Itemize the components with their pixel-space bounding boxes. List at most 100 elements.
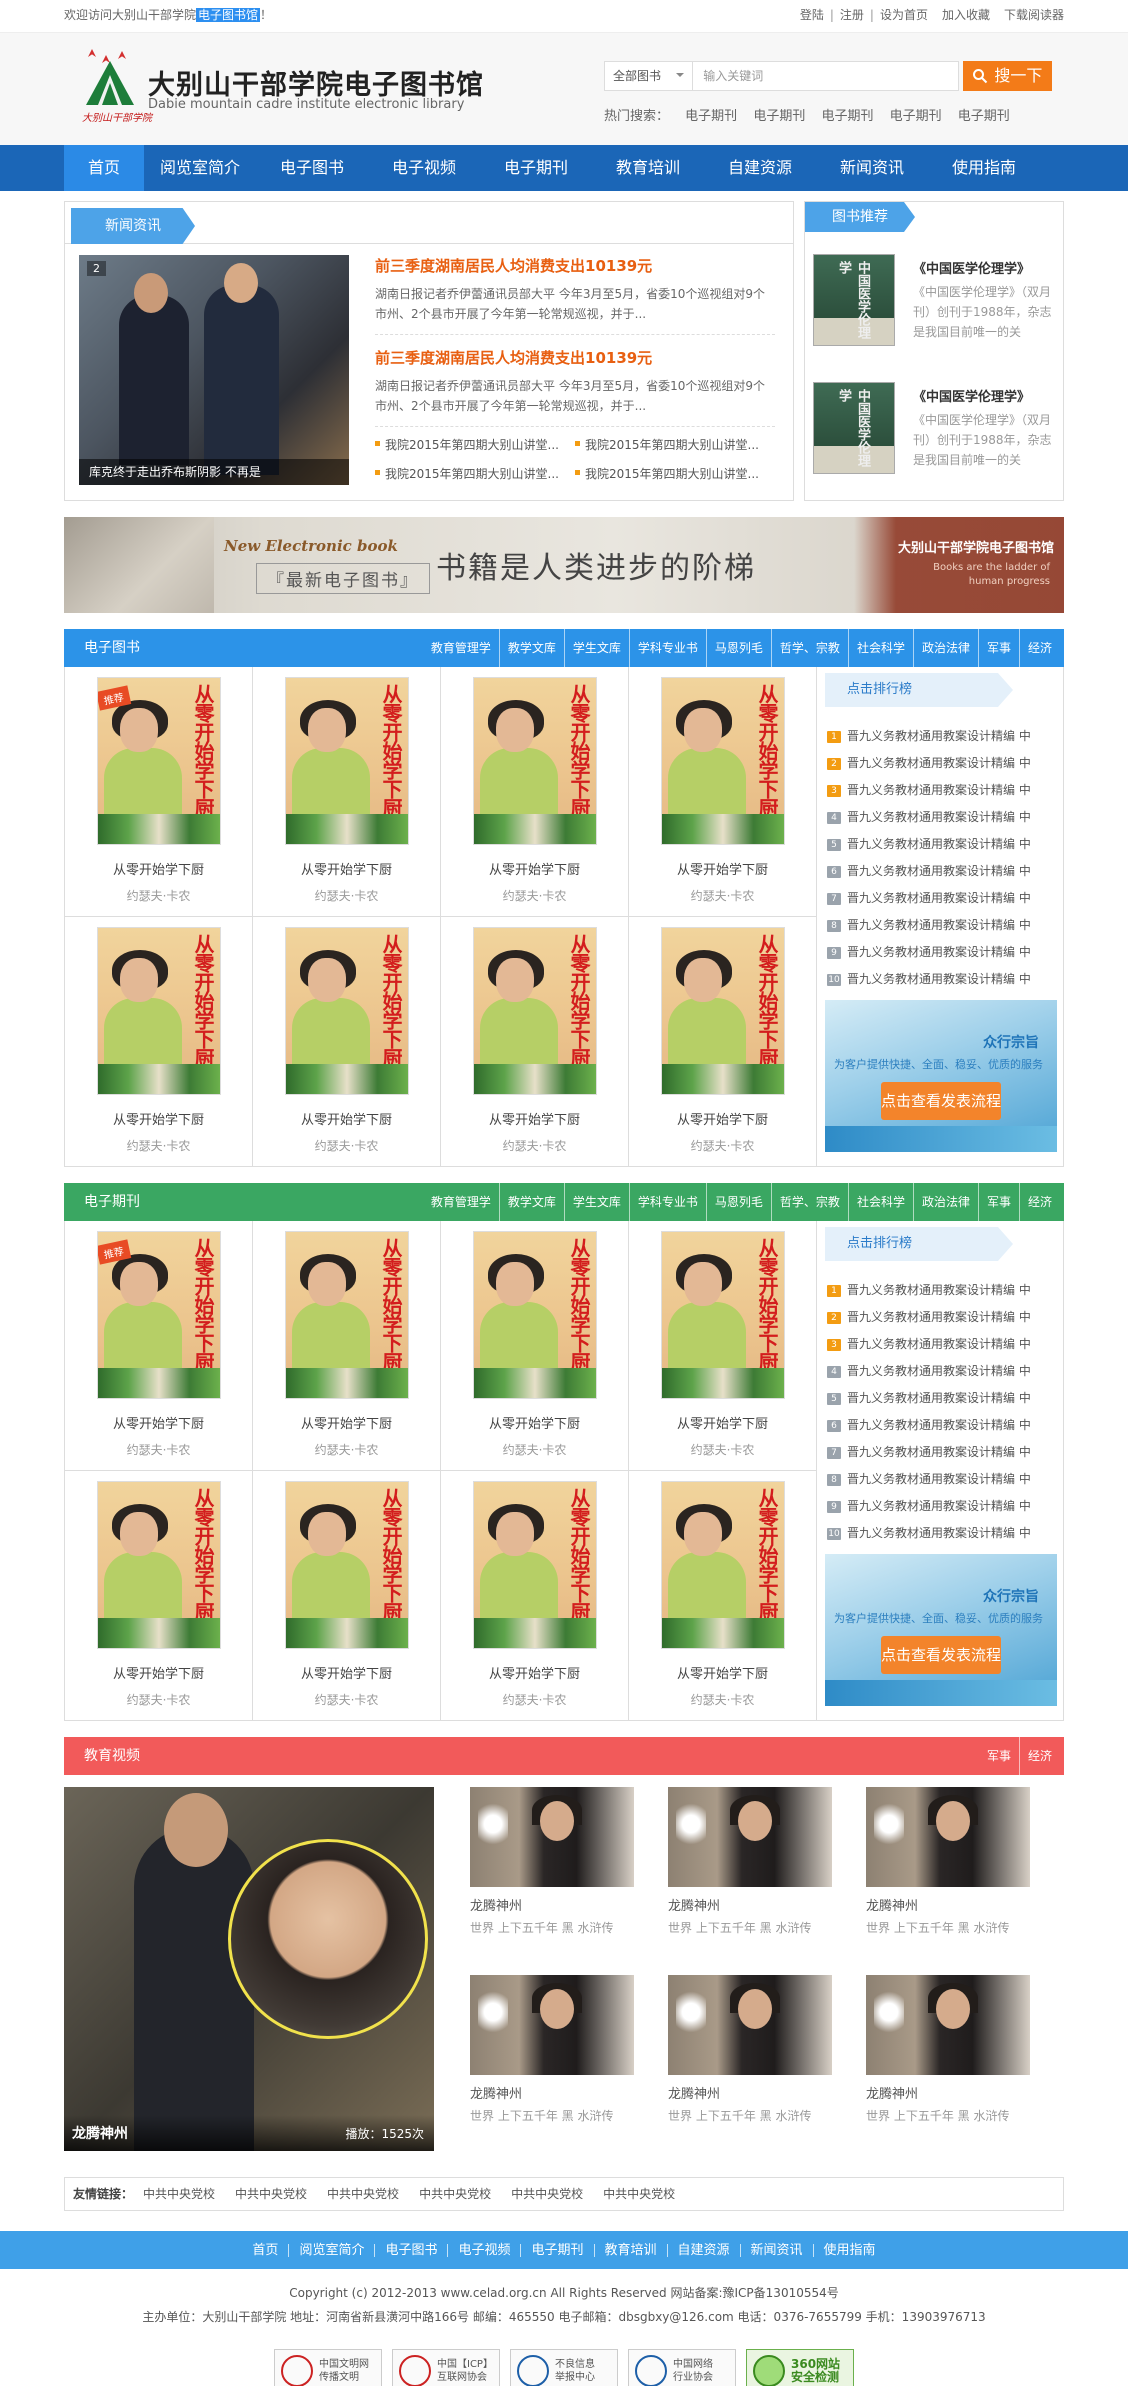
category-link[interactable]: 教学文库 — [500, 1183, 565, 1221]
book-cover[interactable]: 中国医学伦理学 — [813, 254, 895, 346]
video-thumbnail[interactable] — [470, 1787, 634, 1887]
book-title[interactable]: 从零开始学下厨 — [65, 1109, 252, 1128]
site-logo[interactable]: 大别山干部学院电子图书馆 Dabie mountain cadre instit… — [80, 47, 500, 127]
category-link[interactable]: 教学文库 — [500, 629, 565, 667]
rank-item[interactable]: 9 晋九义务教材通用教案设计精编 中 — [827, 939, 1059, 966]
category-link[interactable]: 马恩列毛 — [707, 629, 772, 667]
book-cover[interactable]: 从零开始学下厨 — [661, 926, 785, 1095]
download-reader-link[interactable]: 下载阅读器 — [1004, 8, 1064, 22]
nav-own-resources[interactable]: 自建资源 — [704, 145, 816, 191]
news-list-item[interactable]: 我院2015年第四期大别山讲堂... — [375, 465, 575, 482]
category-link[interactable]: 学科专业书 — [630, 629, 707, 667]
book-cover[interactable]: 从零开始学下厨 — [285, 1231, 409, 1399]
book-cover[interactable]: 从零开始学下厨 — [285, 926, 409, 1095]
rank-item[interactable]: 8 晋九义务教材通用教案设计精编 中 — [827, 912, 1059, 939]
friend-link[interactable]: 中共中央党校 — [327, 2178, 399, 2210]
category-link[interactable]: 经济 — [1020, 629, 1052, 667]
rank-item[interactable]: 4 晋九义务教材通用教案设计精编 中 — [827, 1358, 1059, 1385]
category-link[interactable]: 学生文库 — [565, 629, 630, 667]
category-link[interactable]: 军事 — [979, 1183, 1020, 1221]
rank-item[interactable]: 8 晋九义务教材通用教案设计精编 中 — [827, 1466, 1059, 1493]
news-slideshow-image[interactable]: 2 库克终于走出乔布斯阴影 不再是 — [79, 255, 349, 485]
category-link[interactable]: 社会科学 — [849, 1183, 914, 1221]
category-link[interactable]: 教育管理学 — [423, 629, 500, 667]
nav-videos[interactable]: 电子视频 — [368, 145, 480, 191]
category-link[interactable]: 经济 — [1020, 1737, 1052, 1775]
video-thumbnail[interactable] — [668, 1787, 832, 1887]
book-title[interactable]: 从零开始学下厨 — [629, 1663, 816, 1682]
book-title[interactable]: 从零开始学下厨 — [441, 1109, 628, 1128]
hot-search-link[interactable]: 电子期刊 — [890, 109, 942, 124]
nav-reading-room[interactable]: 阅览室简介 — [144, 145, 256, 191]
video-title[interactable]: 龙腾神州 — [470, 1895, 522, 1914]
book-card[interactable]: 从零开始学下厨 从零开始学下厨 约瑟夫·卡农 — [629, 1470, 817, 1720]
book-card[interactable]: 从零开始学下厨 从零开始学下厨 约瑟夫·卡农 — [441, 667, 629, 917]
video-card[interactable]: 龙腾神州 世界 上下五千年 黑 水浒传 — [866, 1787, 1064, 1957]
category-link[interactable]: 教育管理学 — [423, 1183, 500, 1221]
video-card[interactable]: 龙腾神州 世界 上下五千年 黑 水浒传 — [668, 1787, 866, 1957]
book-cover[interactable]: 从零开始学下厨 — [97, 926, 221, 1095]
book-card[interactable]: 从零开始学下厨 从零开始学下厨 约瑟夫·卡农 — [253, 1221, 441, 1471]
book-title[interactable]: 从零开始学下厨 — [65, 859, 252, 878]
book-title[interactable]: 从零开始学下厨 — [253, 1413, 440, 1432]
book-card[interactable]: 从零开始学下厨 从零开始学下厨 约瑟夫·卡农 — [629, 1221, 817, 1471]
featured-video-title[interactable]: 龙腾神州 — [72, 2123, 128, 2143]
book-cover[interactable]: 从零开始学下厨 — [473, 1480, 597, 1649]
category-link[interactable]: 军事 — [979, 629, 1020, 667]
book-title[interactable]: 从零开始学下厨 — [65, 1413, 252, 1432]
book-title[interactable]: 从零开始学下厨 — [441, 1663, 628, 1682]
video-title[interactable]: 龙腾神州 — [470, 2083, 522, 2102]
friend-link[interactable]: 中共中央党校 — [511, 2178, 583, 2210]
recommend-tab[interactable]: 图书推荐 — [805, 202, 915, 232]
video-title[interactable]: 龙腾神州 — [668, 1895, 720, 1914]
news-list-item[interactable]: 我院2015年第四期大别山讲堂... — [375, 436, 575, 453]
book-title[interactable]: 从零开始学下厨 — [253, 1109, 440, 1128]
category-link[interactable]: 学生文库 — [565, 1183, 630, 1221]
publish-process-ad[interactable]: 众行宗旨 为客户提供快捷、全面、稳妥、优质的服务 点击查看发表流程 — [825, 1554, 1057, 1706]
friend-link[interactable]: 中共中央党校 — [143, 2178, 215, 2210]
book-title[interactable]: 从零开始学下厨 — [629, 1109, 816, 1128]
book-cover[interactable]: 从零开始学下厨 — [473, 926, 597, 1095]
video-title[interactable]: 龙腾神州 — [866, 1895, 918, 1914]
report-center-badge[interactable]: 不良信息 举报中心 — [510, 2349, 618, 2386]
news-list-item[interactable]: 我院2015年第四期大别山讲堂... — [575, 465, 775, 482]
book-card[interactable]: 从零开始学下厨 从零开始学下厨 约瑟夫·卡农 — [65, 1470, 253, 1720]
hot-search-link[interactable]: 电子期刊 — [685, 109, 737, 124]
book-card[interactable]: 从零开始学下厨 推荐 从零开始学下厨 约瑟夫·卡农 — [65, 1221, 253, 1471]
section-title[interactable]: 教育视频 — [84, 1737, 140, 1775]
nav-ebooks[interactable]: 电子图书 — [256, 145, 368, 191]
book-cover[interactable]: 从零开始学下厨 — [661, 1231, 785, 1399]
book-cover[interactable]: 从零开始学下厨 — [473, 1231, 597, 1399]
video-card[interactable]: 龙腾神州 世界 上下五千年 黑 水浒传 — [470, 1975, 668, 2145]
news-headline[interactable]: 前三季度湖南居民人均消费支出10139元 — [375, 347, 775, 368]
book-card[interactable]: 从零开始学下厨 从零开始学下厨 约瑟夫·卡农 — [441, 916, 629, 1166]
register-link[interactable]: 注册 — [840, 8, 864, 22]
set-homepage-link[interactable]: 设为首页 — [880, 8, 928, 22]
book-card[interactable]: 从零开始学下厨 从零开始学下厨 约瑟夫·卡农 — [253, 1470, 441, 1720]
category-link[interactable]: 马恩列毛 — [707, 1183, 772, 1221]
rank-item[interactable]: 9 晋九义务教材通用教案设计精编 中 — [827, 1493, 1059, 1520]
hot-search-link[interactable]: 电子期刊 — [753, 109, 805, 124]
book-title[interactable]: 从零开始学下厨 — [629, 1413, 816, 1432]
rank-item[interactable]: 5 晋九义务教材通用教案设计精编 中 — [827, 1385, 1059, 1412]
video-title[interactable]: 龙腾神州 — [668, 2083, 720, 2102]
rank-item[interactable]: 1 晋九义务教材通用教案设计精编 中 — [827, 723, 1059, 750]
rank-item[interactable]: 6 晋九义务教材通用教案设计精编 中 — [827, 1412, 1059, 1439]
category-link[interactable]: 社会科学 — [849, 629, 914, 667]
book-title[interactable]: 从零开始学下厨 — [629, 859, 816, 878]
book-cover[interactable]: 从零开始学下厨 — [473, 677, 597, 845]
video-thumbnail[interactable] — [668, 1975, 832, 2075]
book-card[interactable]: 从零开始学下厨 从零开始学下厨 约瑟夫·卡农 — [253, 667, 441, 917]
icp-badge[interactable]: 中国【ICP】 互联网协会 — [392, 2349, 500, 2386]
civilization-badge[interactable]: 中国文明网 传播文明 — [274, 2349, 382, 2386]
search-input[interactable]: 输入关键词 — [693, 61, 959, 91]
book-cover[interactable]: 中国医学伦理学 — [813, 382, 895, 474]
book-card[interactable]: 从零开始学下厨 从零开始学下厨 约瑟夫·卡农 — [629, 667, 817, 917]
category-link[interactable]: 学科专业书 — [630, 1183, 707, 1221]
friend-link[interactable]: 中共中央党校 — [603, 2178, 675, 2210]
rank-item[interactable]: 7 晋九义务教材通用教案设计精编 中 — [827, 1439, 1059, 1466]
slide-caption[interactable]: 库克终于走出乔布斯阴影 不再是 — [79, 459, 349, 485]
video-title[interactable]: 龙腾神州 — [866, 2083, 918, 2102]
search-button[interactable]: 搜一下 — [962, 61, 1052, 91]
book-title[interactable]: 从零开始学下厨 — [253, 859, 440, 878]
